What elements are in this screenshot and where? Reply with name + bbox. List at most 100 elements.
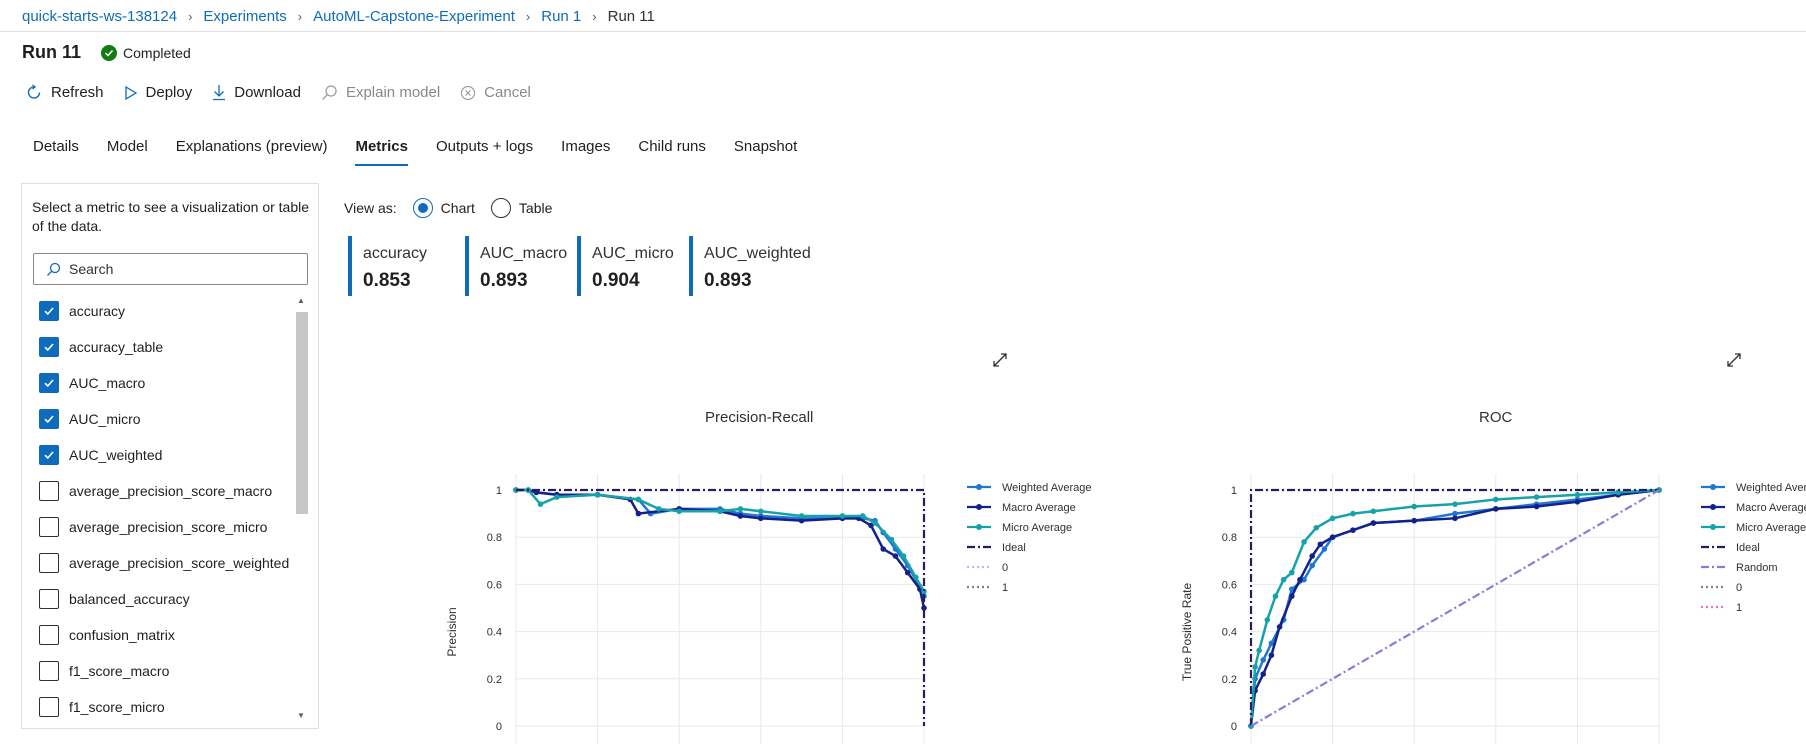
metric-checkbox[interactable]	[39, 589, 59, 609]
tab-bar: Details Model Explanations (preview) Met…	[33, 138, 825, 166]
metric-list-item[interactable]: accuracy	[39, 293, 309, 329]
data-point	[1350, 510, 1356, 517]
data-point	[656, 506, 662, 512]
data-point	[1289, 593, 1295, 599]
data-point	[1533, 503, 1540, 510]
metric-checkbox[interactable]	[39, 553, 59, 573]
refresh-button[interactable]: Refresh	[26, 84, 104, 101]
data-point	[1411, 517, 1417, 524]
tab-outputs-logs[interactable]: Outputs + logs	[436, 138, 533, 165]
tab-images[interactable]: Images	[561, 138, 610, 165]
metric-item-label: f1_score_macro	[69, 663, 170, 679]
refresh-icon	[27, 84, 41, 99]
y-axis-label: True Positive Rate	[1180, 583, 1194, 682]
chart-title-precision-recall: Precision-Recall	[705, 409, 814, 426]
explain-model-button[interactable]: Explain model	[321, 84, 440, 101]
expand-icon[interactable]	[992, 352, 1008, 368]
legend-label: Ideal	[1002, 542, 1026, 554]
search-box[interactable]	[33, 253, 308, 285]
metric-checkbox[interactable]	[39, 697, 59, 717]
metric-list-item[interactable]: confusion_matrix	[39, 617, 309, 653]
metric-list-scrollbar[interactable]: ▲ ▼	[294, 296, 310, 720]
data-point	[1493, 496, 1499, 503]
legend-label: Macro Average	[1002, 502, 1076, 514]
y-tick-label: 0.4	[487, 627, 502, 639]
data-point	[1272, 593, 1279, 599]
checkmark-icon	[44, 451, 54, 460]
expand-icon[interactable]	[1726, 352, 1742, 368]
legend-label: Random	[1736, 562, 1778, 574]
table-radio-label: Table	[518, 200, 553, 216]
data-point	[872, 520, 878, 526]
data-point	[1289, 569, 1295, 576]
status-badge: Completed	[101, 44, 191, 61]
explain-icon	[321, 85, 337, 100]
chart-title-roc: ROC	[1479, 409, 1513, 426]
breadcrumb-link-experiments[interactable]: Experiments	[203, 8, 286, 25]
metric-checkbox[interactable]	[39, 373, 59, 393]
metric-list-item[interactable]: average_precision_score_micro	[39, 509, 309, 545]
metric-list-item[interactable]: AUC_macro	[39, 365, 309, 401]
tab-snapshot[interactable]: Snapshot	[734, 138, 797, 165]
tab-details[interactable]: Details	[33, 138, 79, 165]
metric-checkbox[interactable]	[39, 625, 59, 645]
metric-checkbox[interactable]	[39, 301, 59, 321]
series-line-micro-average	[516, 488, 926, 593]
data-point	[635, 510, 642, 517]
metric-checkbox[interactable]	[39, 517, 59, 537]
metric-list-item[interactable]: AUC_weighted	[39, 437, 309, 473]
metric-checkbox[interactable]	[39, 409, 59, 429]
data-point	[1301, 539, 1307, 545]
legend-label: 1	[1002, 582, 1008, 594]
tab-explanations[interactable]: Explanations (preview)	[176, 138, 328, 165]
data-point	[1313, 524, 1320, 531]
data-point	[676, 508, 682, 515]
view-table-option[interactable]: Table	[490, 198, 553, 218]
data-point	[1317, 541, 1324, 548]
y-tick-label: 0.2	[487, 674, 502, 686]
checkmark-icon	[44, 343, 54, 352]
legend-label: Weighted Average	[1002, 482, 1092, 494]
tab-child-runs[interactable]: Child runs	[638, 138, 706, 165]
data-point	[1321, 546, 1328, 552]
deploy-button[interactable]: Deploy	[124, 84, 192, 101]
tab-metrics[interactable]: Metrics	[355, 138, 408, 166]
search-input[interactable]	[69, 261, 289, 277]
chart-radio[interactable]	[412, 198, 433, 218]
metric-list: accuracy accuracy_table AUC_macro AUC_micro…	[39, 293, 309, 719]
data-point	[1452, 515, 1458, 522]
metric-list-item[interactable]: f1_score_macro	[39, 653, 309, 689]
metric-card-label: AUC_macro	[480, 245, 568, 262]
scrollbar-thumb[interactable]	[296, 312, 308, 514]
scroll-down-icon[interactable]: ▼	[297, 711, 305, 720]
metric-list-item[interactable]: accuracy_table	[39, 329, 309, 365]
metric-checkbox[interactable]	[39, 445, 59, 465]
metric-list-item[interactable]: AUC_micro	[39, 401, 309, 437]
table-radio[interactable]	[490, 198, 511, 218]
legend-label: Micro Average	[1002, 522, 1072, 534]
metric-list-item[interactable]: average_precision_score_macro	[39, 473, 309, 509]
metric-checkbox[interactable]	[39, 337, 59, 357]
metric-list-item[interactable]: balanced_accuracy	[39, 581, 309, 617]
y-tick-label: 0.2	[1222, 674, 1237, 686]
y-tick-label: 0.8	[1222, 532, 1237, 544]
tab-model[interactable]: Model	[107, 138, 148, 165]
metric-item-label: AUC_micro	[69, 411, 141, 427]
y-tick-label: 0	[1231, 721, 1237, 733]
metric-checkbox[interactable]	[39, 661, 59, 681]
scroll-up-icon[interactable]: ▲	[297, 296, 305, 305]
legend-label: 1	[1736, 602, 1742, 614]
cancel-button[interactable]: Cancel	[460, 84, 531, 101]
metric-checkbox[interactable]	[39, 481, 59, 501]
download-button[interactable]: Download	[212, 84, 301, 101]
data-point	[1268, 652, 1275, 658]
breadcrumb-link-workspace[interactable]: quick-starts-ws-138124	[22, 8, 177, 25]
breadcrumb-link-parent-run[interactable]: Run 1	[541, 8, 581, 25]
metric-list-item[interactable]: average_precision_score_weighted	[39, 545, 309, 581]
checkmark-icon	[44, 379, 54, 388]
view-chart-option[interactable]: Chart	[412, 198, 475, 218]
breadcrumb-link-experiment[interactable]: AutoML-Capstone-Experiment	[313, 8, 515, 25]
legend-marker	[976, 484, 982, 490]
legend-marker	[1710, 484, 1716, 490]
metric-list-item[interactable]: f1_score_micro	[39, 689, 309, 719]
